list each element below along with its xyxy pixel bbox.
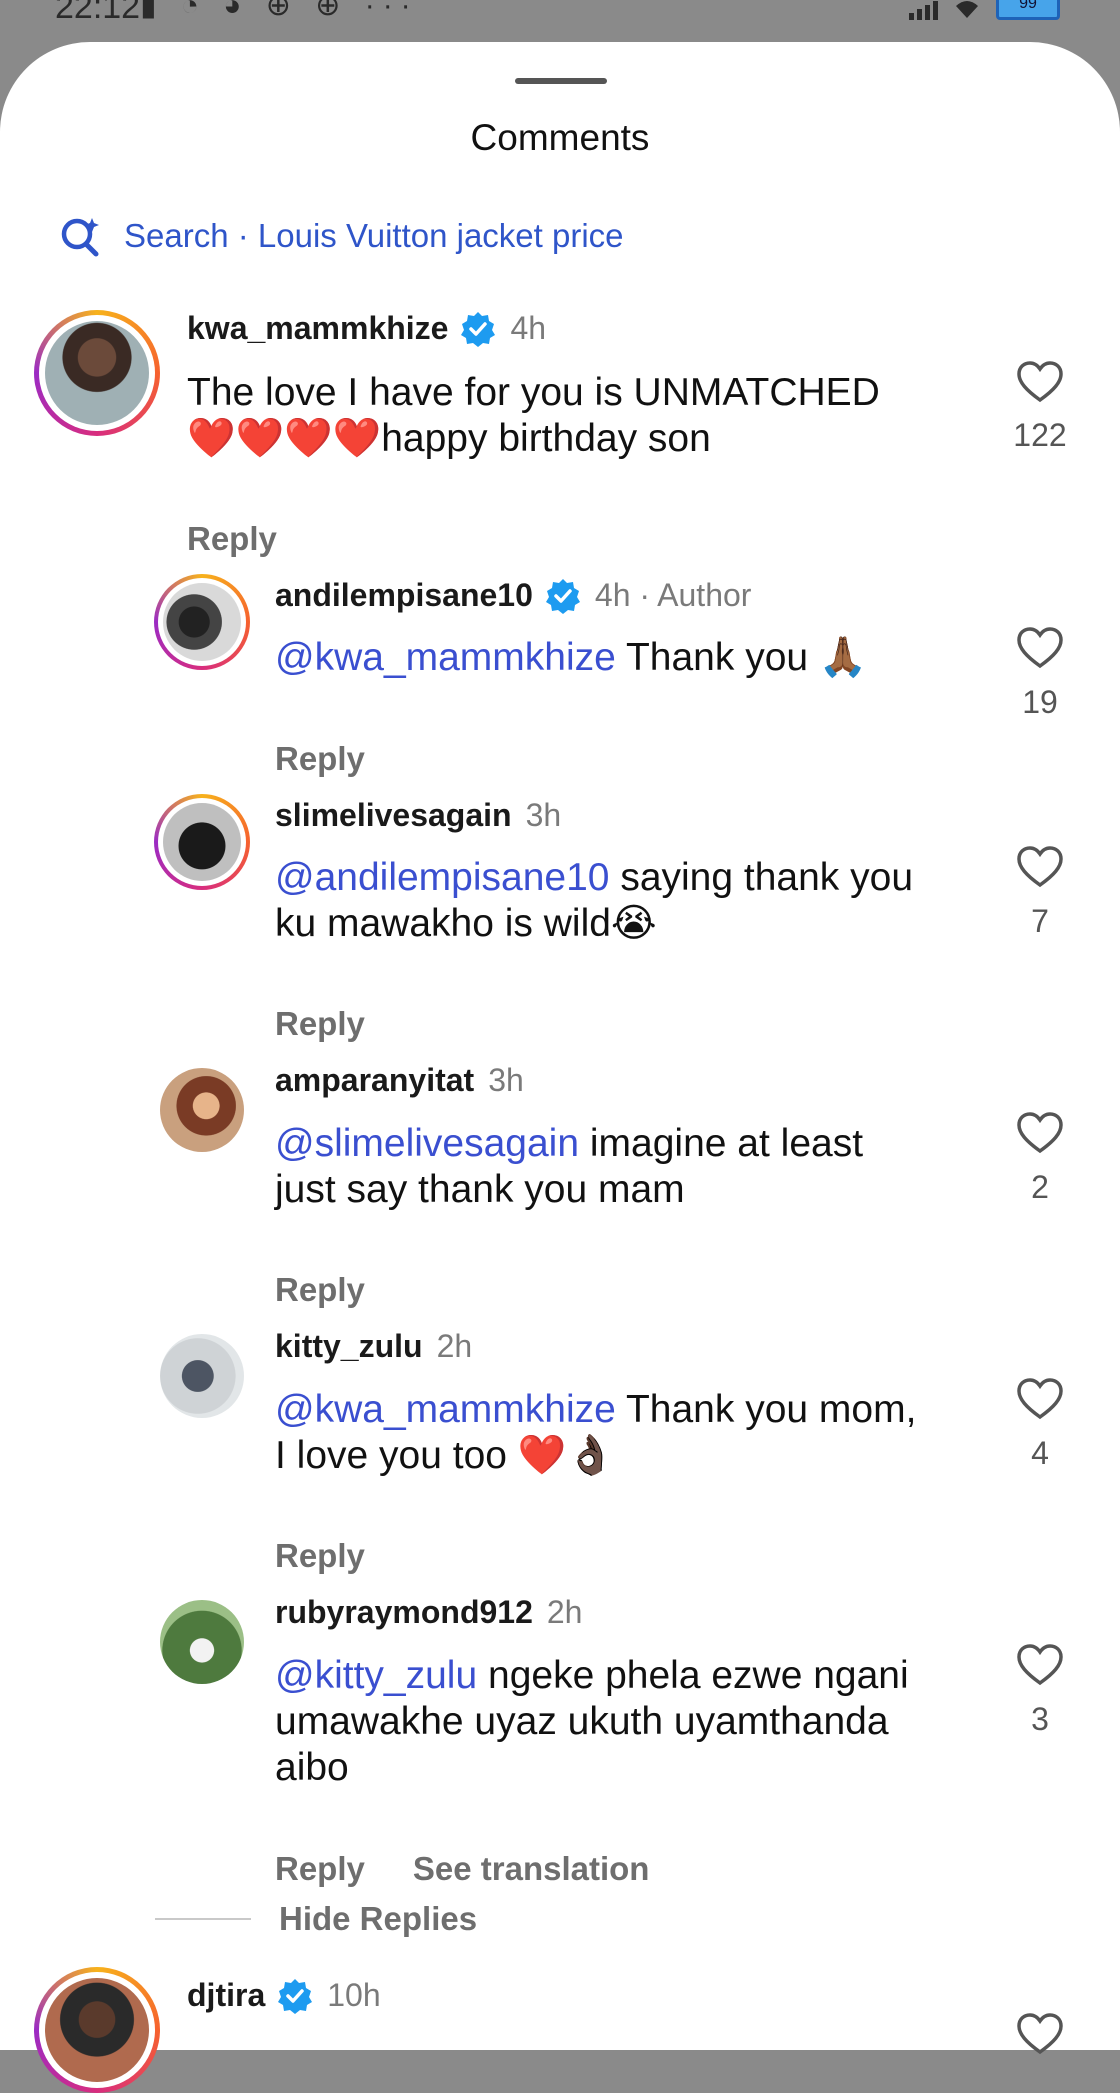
signal-icon	[909, 0, 938, 20]
username[interactable]: andilempisane10	[275, 577, 533, 614]
heart-icon[interactable]	[1016, 1643, 1064, 1687]
comment-text: @slimelivesagain imagine at least just s…	[275, 1122, 864, 1211]
comment-text: @kwa_mammkhize Thank you 🙏🏾	[275, 636, 868, 679]
notification-icons: ▮ ◔ ◕ ⊕ ⊕ ···	[140, 0, 419, 22]
mention-link[interactable]: @andilempisane10	[275, 856, 609, 899]
heart-icon[interactable]	[1016, 845, 1064, 889]
verified-badge-icon	[545, 578, 580, 614]
avatar[interactable]	[154, 794, 250, 890]
heart-icon[interactable]	[1016, 2012, 1064, 2056]
like-count: 3	[1031, 1701, 1049, 1737]
comment-text: @andilempisane10 saying thank you ku maw…	[275, 856, 914, 945]
avatar[interactable]	[160, 1600, 244, 1684]
comment-text: The love I have for you is UNMATCHED ❤️❤…	[187, 371, 880, 460]
avatar[interactable]	[154, 574, 250, 670]
comments-sheet: Comments Search · Louis Vuitton jacket p…	[0, 42, 1120, 2093]
hide-replies-button[interactable]: Hide Replies	[155, 1900, 477, 1938]
username[interactable]: kwa_mammkhize	[187, 310, 448, 347]
username[interactable]: djtira	[187, 1977, 265, 2014]
like-count: 7	[1031, 903, 1049, 939]
mention-link[interactable]: @slimelivesagain	[275, 1122, 579, 1165]
heart-icon[interactable]	[1016, 1377, 1064, 1421]
reply-button[interactable]: Reply	[275, 1537, 365, 1575]
mention-link[interactable]: @kwa_mammkhize	[275, 636, 616, 679]
comment-time: 3h	[488, 1062, 524, 1098]
see-translation-button[interactable]: See translation	[413, 1850, 650, 1888]
comment-text: @kwa_mammkhize Thank you mom, I love you…	[275, 1388, 917, 1477]
reply-button[interactable]: Reply	[275, 1850, 365, 1888]
battery-icon: 99	[996, 0, 1060, 20]
heart-icon[interactable]	[1016, 1111, 1064, 1155]
divider	[155, 1918, 251, 1920]
mention-link[interactable]: @kitty_zulu	[275, 1654, 477, 1697]
status-time: 22:12	[55, 0, 141, 26]
drag-handle[interactable]	[515, 78, 607, 84]
heart-icon[interactable]	[1016, 626, 1064, 670]
reply-button[interactable]: Reply	[275, 1271, 365, 1309]
username[interactable]: kitty_zulu	[275, 1328, 423, 1365]
username[interactable]: rubyraymond912	[275, 1594, 533, 1631]
verified-badge-icon	[278, 1978, 313, 2014]
comment-time: 3h	[525, 797, 562, 833]
wifi-icon	[956, 1, 978, 18]
search-label: Search · Louis Vuitton jacket price	[124, 217, 624, 254]
sheet-title: Comments	[470, 117, 650, 158]
avatar[interactable]	[34, 310, 160, 436]
reply-button[interactable]: Reply	[275, 1005, 365, 1043]
avatar[interactable]	[160, 1334, 244, 1418]
comment-time: 2h	[546, 1594, 583, 1630]
reply-button[interactable]: Reply	[187, 520, 277, 558]
hide-replies-label: Hide Replies	[279, 1900, 478, 1937]
search-suggestion[interactable]: Search · Louis Vuitton jacket price	[58, 214, 624, 258]
comment-time: 2h	[436, 1328, 473, 1364]
reply-button[interactable]: Reply	[275, 740, 365, 778]
heart-icon[interactable]	[1016, 360, 1064, 404]
like-count: 2	[1031, 1169, 1049, 1205]
username[interactable]: slimelivesagain	[275, 797, 512, 834]
like-count: 122	[1013, 417, 1067, 453]
comment-time: 4h · Author	[594, 577, 752, 613]
comment-text: @kitty_zulu ngeke phela ezwe ngani umawa…	[275, 1654, 909, 1789]
mention-link[interactable]: @kwa_mammkhize	[275, 1388, 616, 1431]
username[interactable]: amparanyitat	[275, 1062, 474, 1099]
search-sparkle-icon	[61, 218, 99, 257]
verified-badge-icon	[461, 311, 496, 347]
like-count: 4	[1031, 1435, 1049, 1471]
comment-time: 4h	[510, 310, 547, 346]
status-bar: 22:12 ▮ ◔ ◕ ⊕ ⊕ ··· 99	[0, 0, 1120, 40]
avatar[interactable]	[160, 1068, 244, 1152]
like-count: 19	[1022, 684, 1058, 720]
avatar[interactable]	[34, 1967, 160, 2093]
comment-time: 10h	[327, 1977, 381, 2013]
